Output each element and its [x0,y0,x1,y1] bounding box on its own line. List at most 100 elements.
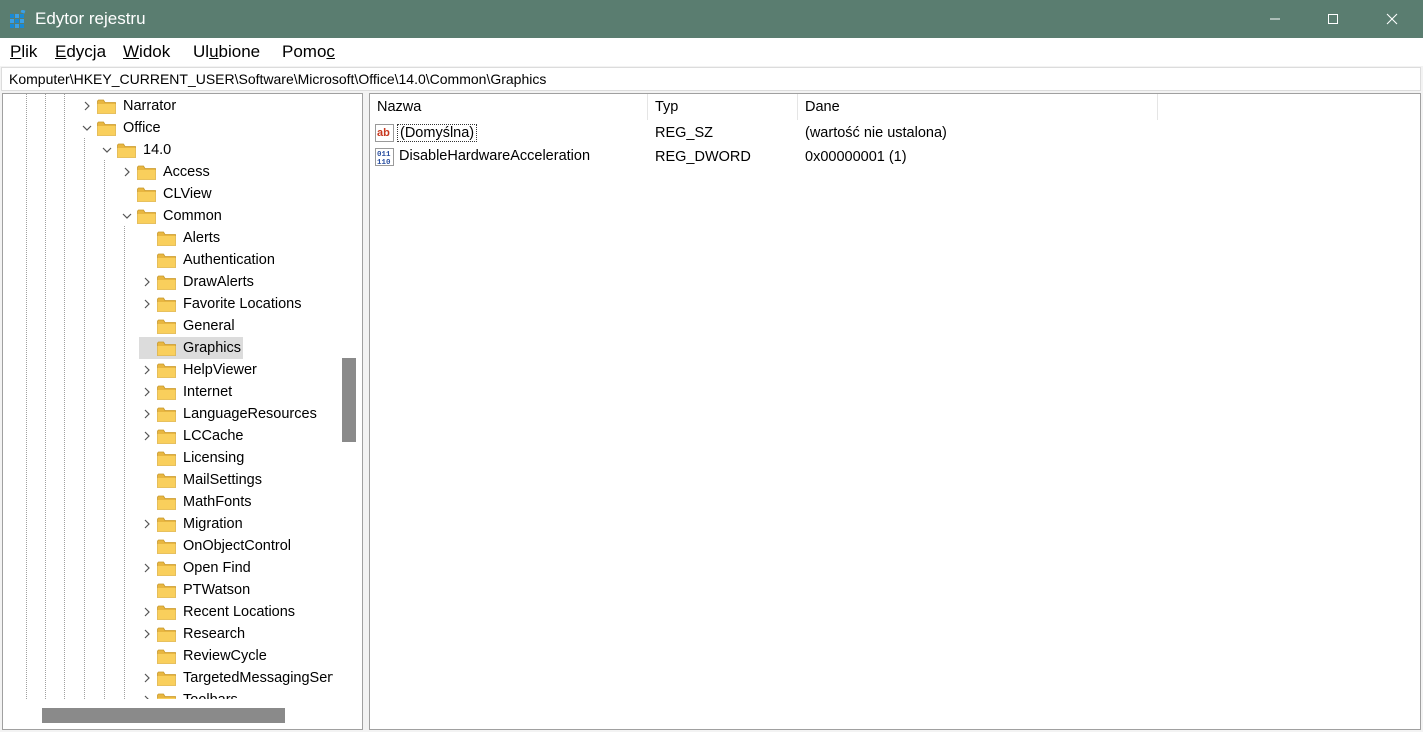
address-path[interactable]: Komputer\HKEY_CURRENT_USER\Software\Micr… [9,71,546,87]
maximize-button[interactable] [1304,0,1362,38]
tree-item[interactable]: Open Find [139,557,253,579]
tree-item[interactable]: MathFonts [139,491,254,513]
tree-vertical-scroll-thumb[interactable] [342,358,356,442]
chevron-right-icon[interactable] [119,161,135,183]
chevron-right-icon[interactable] [139,601,155,623]
chevron-down-icon[interactable] [119,205,135,227]
tree-item[interactable]: Licensing [139,447,246,469]
tree-item[interactable]: Common [119,205,224,227]
tree-guide-line [104,160,105,699]
tree-item[interactable]: Access [119,161,212,183]
chevron-right-icon[interactable] [139,425,155,447]
tree-item[interactable]: OnObjectControl [139,535,293,557]
tree-item[interactable]: Favorite Locations [139,293,303,315]
chevron-down-icon[interactable] [79,117,95,139]
tree-item[interactable]: Graphics [139,337,244,359]
tree-horizontal-scroll-thumb[interactable] [42,708,285,723]
chevron-right-icon[interactable] [139,359,155,381]
tree-item[interactable]: LCCache [139,425,245,447]
value-name: DisableHardwareAcceleration [399,148,591,164]
menu-pomoc[interactable]: Pomoc [282,42,335,62]
tree-vertical-scrollbar[interactable] [337,94,362,699]
tree-item[interactable]: LanguageResources [139,403,319,425]
value-row[interactable]: 011 110 DisableHardwareAcceleration REG_… [370,145,1420,169]
tree-item[interactable]: Research [139,623,247,645]
tree-horizontal-scrollbar[interactable] [3,699,362,729]
tree-item-label: Migration [183,516,243,532]
minimize-button[interactable] [1246,0,1304,38]
tree-item[interactable]: Narrator [79,95,178,117]
folder-icon [157,407,176,422]
binary-value-icon: 011 110 [375,148,394,166]
chevron-down-icon[interactable] [99,139,115,161]
tree-item[interactable]: Alerts [139,227,222,249]
tree-item-label: LanguageResources [183,406,317,422]
tree-item-label: DrawAlerts [183,274,254,290]
menu-bar: Plik Edycja Widok Ulubione Pomoc [0,38,1423,66]
address-bar[interactable]: Komputer\HKEY_CURRENT_USER\Software\Micr… [1,67,1421,91]
tree-item[interactable]: MailSettings [139,469,264,491]
tree-item[interactable]: DrawAlerts [139,271,256,293]
chevron-right-icon[interactable] [139,557,155,579]
value-row[interactable]: ab (Domyślna) REG_SZ (wartość nie ustalo… [370,121,1420,145]
tree-item-label: Alerts [183,230,221,246]
tree-item-label: PTWatson [183,582,251,598]
tree-item[interactable]: Internet [139,381,234,403]
registry-editor-icon [10,10,26,28]
tree-item[interactable]: General [139,315,237,337]
chevron-right-icon[interactable] [139,403,155,425]
chevron-right-icon[interactable] [139,513,155,535]
menu-widok[interactable]: Widok [123,42,170,62]
folder-icon [157,517,176,532]
chevron-right-icon[interactable] [139,271,155,293]
tree-item[interactable]: TargetedMessagingServ [139,667,333,689]
close-button[interactable] [1363,0,1421,38]
tree-item[interactable]: Recent Locations [139,601,297,623]
key-tree-pane[interactable]: Narrator Office 14.0 Access CLView Common Aler… [2,93,363,730]
values-list-pane[interactable]: Nazwa Typ Dane ab (Domyślna) REG_SZ (war… [369,93,1421,730]
tree-item[interactable]: CLView [119,183,214,205]
tree-guide-line [64,94,65,699]
column-header-data[interactable]: Dane [798,94,1158,120]
tree-item[interactable]: Authentication [139,249,277,271]
tree-guide-line [124,226,125,699]
tree-item[interactable]: Office [79,117,163,139]
title-bar: Edytor rejestru [0,0,1423,38]
chevron-right-icon[interactable] [139,381,155,403]
chevron-right-icon[interactable] [139,689,155,699]
folder-icon [157,473,176,488]
minimize-icon [1270,18,1280,20]
tree-item-label: TargetedMessagingServ [183,670,333,686]
folder-icon [157,605,176,620]
tree-item[interactable]: HelpViewer [139,359,259,381]
tree-item[interactable]: Migration [139,513,245,535]
chevron-right-icon[interactable] [139,667,155,689]
value-type: REG_SZ [655,125,714,141]
tree-item[interactable]: ReviewCycle [139,645,269,667]
menu-plik[interactable]: Plik [10,42,37,62]
folder-icon [157,539,176,554]
tree-guide-line [26,94,27,699]
menu-ulubione[interactable]: Ulubione [193,42,260,62]
tree-item-label: Graphics [181,339,244,357]
folder-icon [157,297,176,312]
menu-edycja[interactable]: Edycja [55,42,106,62]
chevron-right-icon[interactable] [79,95,95,117]
tree-item-label: MailSettings [183,472,262,488]
chevron-right-icon[interactable] [139,623,155,645]
window-title: Edytor rejestru [35,9,146,28]
folder-icon [157,341,176,356]
column-header-name[interactable]: Nazwa [370,94,648,120]
tree-item[interactable]: PTWatson [139,579,252,601]
tree-item-label: Toolbars [181,691,240,699]
chevron-right-icon[interactable] [139,293,155,315]
column-header-type[interactable]: Typ [648,94,798,120]
tree-item[interactable]: Toolbars [139,689,240,699]
tree-item[interactable]: 14.0 [99,139,173,161]
